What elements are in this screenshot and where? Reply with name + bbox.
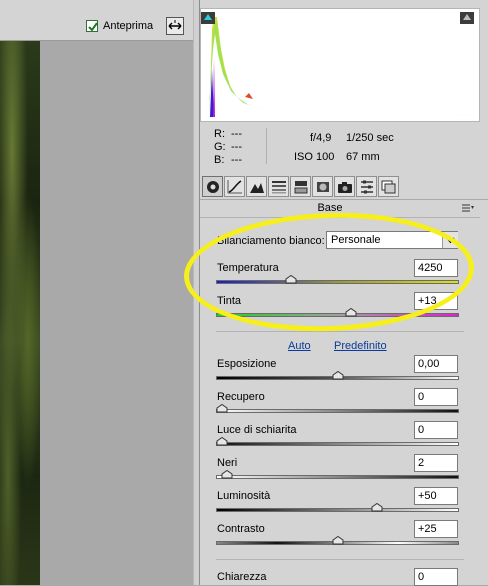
r-value: ---	[231, 128, 242, 140]
blacks-label: Neri	[217, 457, 238, 469]
tab-snapshots[interactable]	[378, 176, 399, 197]
fullscreen-button[interactable]	[166, 17, 184, 35]
panel-tabs	[200, 175, 488, 200]
tab-lens[interactable]	[312, 176, 333, 197]
tab-detail[interactable]	[246, 176, 267, 197]
menu-icon	[462, 204, 474, 212]
fill-light-label: Luce di schiarita	[217, 424, 297, 436]
preview-checkbox[interactable]	[86, 20, 98, 32]
histogram-graph	[209, 17, 471, 119]
tab-basic[interactable]	[202, 176, 223, 197]
clarity-value: 0	[418, 571, 425, 583]
blacks-value: 2	[418, 457, 425, 469]
default-link[interactable]: Predefinito	[334, 340, 387, 352]
fill-light-field[interactable]: 0	[414, 421, 458, 439]
tab-presets[interactable]	[356, 176, 377, 197]
shutter-speed: 1/250 sec	[346, 132, 394, 144]
aperture: f/4,9	[310, 132, 332, 144]
fill-light-value: 0	[418, 424, 425, 436]
triangle-up-icon	[204, 14, 212, 20]
brightness-slider[interactable]	[216, 508, 459, 512]
brightness-slider-thumb[interactable]	[371, 502, 383, 512]
divider	[216, 559, 464, 560]
recovery-value: 0	[418, 391, 425, 403]
photo-preview	[0, 41, 40, 585]
presets-icon	[361, 180, 373, 194]
recovery-label: Recupero	[217, 391, 265, 403]
histogram	[200, 8, 480, 122]
contrast-value: +25	[418, 523, 437, 535]
info-separator	[266, 128, 267, 164]
preview-label: Anteprima	[103, 20, 154, 32]
blacks-field[interactable]: 2	[414, 454, 458, 472]
g-value: ---	[231, 141, 242, 153]
brightness-label: Luminosità	[217, 490, 271, 502]
tone-curve-icon	[227, 180, 242, 194]
g-label: G:	[214, 141, 226, 153]
r-label: R:	[214, 128, 225, 140]
fullscreen-icon	[168, 20, 182, 30]
exposure-field[interactable]: 0,00	[414, 355, 458, 373]
brightness-value: +50	[418, 490, 437, 502]
contrast-label: Contrasto	[217, 523, 265, 535]
auto-link[interactable]: Auto	[288, 340, 311, 352]
exposure-slider-thumb[interactable]	[332, 370, 344, 380]
contrast-field[interactable]: +25	[414, 520, 458, 538]
detail-icon	[250, 183, 264, 193]
blacks-slider[interactable]	[216, 475, 459, 479]
basic-icon	[207, 181, 219, 193]
camera-calibration-icon	[338, 182, 352, 193]
triangle-up-icon	[463, 14, 471, 20]
exposure-label: Esposizione	[217, 358, 277, 370]
tab-hsl[interactable]	[268, 176, 289, 197]
recovery-slider-thumb[interactable]	[216, 403, 228, 413]
lens-icon	[317, 182, 329, 192]
split-toning-icon	[294, 181, 308, 194]
recovery-field[interactable]: 0	[414, 388, 458, 406]
brightness-field[interactable]: +50	[414, 487, 458, 505]
fill-light-slider-thumb[interactable]	[216, 436, 228, 446]
b-value: ---	[231, 154, 242, 166]
clarity-label: Chiarezza	[217, 571, 267, 583]
hsl-icon	[272, 181, 286, 194]
panel-menu-button[interactable]	[461, 203, 475, 213]
exposure-value: 0,00	[418, 358, 440, 370]
tab-tone-curve[interactable]	[224, 176, 245, 197]
contrast-slider-thumb[interactable]	[332, 535, 344, 545]
snapshots-icon	[381, 180, 396, 194]
divider	[216, 331, 464, 332]
recovery-slider[interactable]	[216, 409, 459, 413]
blacks-slider-thumb[interactable]	[221, 469, 233, 479]
camera-info: R: --- G: --- B: --- f/4,9 1/250 sec ISO…	[200, 122, 480, 170]
fill-light-slider[interactable]	[216, 442, 459, 446]
focal-length: 67 mm	[346, 151, 380, 163]
b-label: B:	[214, 154, 225, 166]
preview-canvas	[40, 41, 193, 585]
clarity-field[interactable]: 0	[414, 568, 458, 586]
tab-split-toning[interactable]	[290, 176, 311, 197]
tab-camera-calibration[interactable]	[334, 176, 355, 197]
iso: ISO 100	[294, 151, 335, 163]
checkmark-icon	[88, 22, 98, 32]
